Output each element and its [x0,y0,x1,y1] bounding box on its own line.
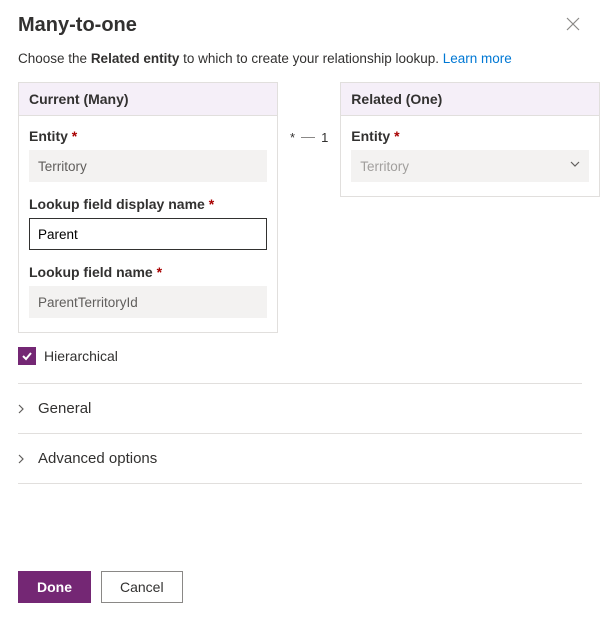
connector-left-symbol: * [290,130,295,145]
done-button[interactable]: Done [18,571,91,603]
current-entity-field: Territory [29,150,267,182]
required-mark: * [72,128,77,144]
hierarchical-checkbox[interactable] [18,347,36,365]
field-name-label: Lookup field name * [29,264,267,280]
learn-more-link[interactable]: Learn more [443,51,512,66]
advanced-expander[interactable]: Advanced options [18,434,582,484]
chevron-down-icon [570,161,580,171]
field-name-label-text: Lookup field name [29,264,153,280]
hierarchical-row: Hierarchical [18,347,582,365]
subtitle-bold: Related entity [91,51,180,66]
current-panel: Current (Many) Entity * Territory Lookup… [18,82,278,333]
chevron-right-icon [18,404,28,414]
required-mark: * [209,196,214,212]
related-entity-label: Entity * [351,128,589,144]
panels-row: Current (Many) Entity * Territory Lookup… [18,82,582,333]
display-name-input[interactable] [29,218,267,250]
related-entity-label-text: Entity [351,128,390,144]
close-icon[interactable] [564,14,582,36]
related-entity-dropdown[interactable]: Territory [351,150,589,182]
related-panel: Related (One) Entity * Territory [340,82,600,197]
current-entity-label: Entity * [29,128,267,144]
subtitle-post: to which to create your relationship loo… [179,51,442,66]
connector-right-symbol: 1 [321,130,328,145]
field-name-field: ParentTerritoryId [29,286,267,318]
dialog-subtitle: Choose the Related entity to which to cr… [18,51,582,66]
advanced-label: Advanced options [38,450,157,467]
general-expander[interactable]: General [18,384,582,434]
display-name-label: Lookup field display name * [29,196,267,212]
required-mark: * [394,128,399,144]
relationship-connector: * 1 [290,130,328,145]
hierarchical-label: Hierarchical [44,348,118,364]
subtitle-pre: Choose the [18,51,91,66]
chevron-right-icon [18,454,28,464]
current-entity-value: Territory [38,159,87,174]
display-name-label-text: Lookup field display name [29,196,205,212]
connector-line [301,137,315,138]
related-entity-value: Territory [360,159,409,174]
cancel-button[interactable]: Cancel [101,571,183,603]
dialog-footer: Done Cancel [18,571,183,603]
required-mark: * [157,264,162,280]
field-name-value: ParentTerritoryId [38,295,138,310]
current-panel-header: Current (Many) [19,83,277,116]
dialog-title: Many-to-one [18,14,137,37]
current-entity-label-text: Entity [29,128,68,144]
related-panel-header: Related (One) [341,83,599,116]
general-label: General [38,400,91,417]
